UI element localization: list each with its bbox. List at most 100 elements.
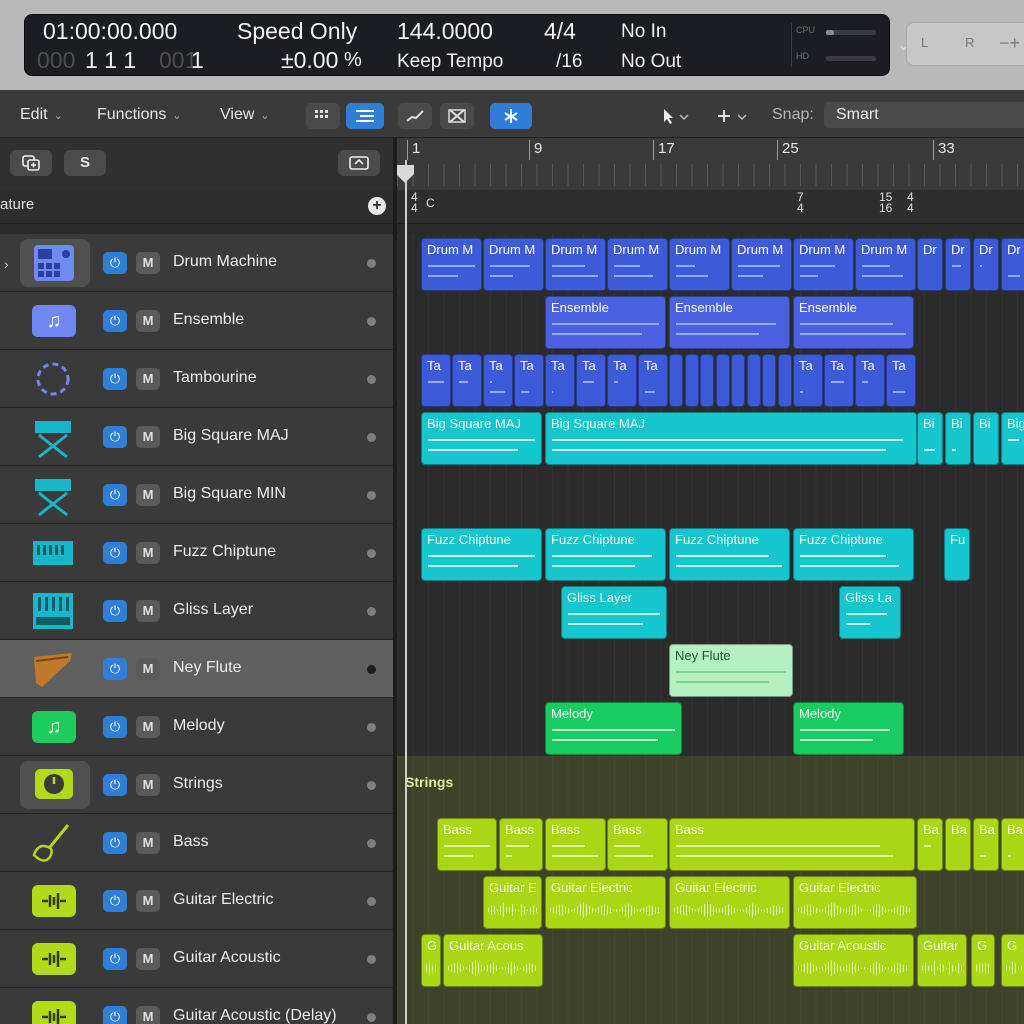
track-power-button[interactable]: ⏻ [103,252,127,274]
signature-marker[interactable]: 44 [411,191,418,214]
tambourine-region[interactable] [700,354,714,407]
zoom-buttons[interactable]: −+ [999,33,1020,54]
bass-region[interactable]: Bass [545,818,606,871]
varispeed-value[interactable]: ±0.00 [281,47,338,74]
melody-region[interactable]: Melody [545,702,682,755]
automation-icon[interactable] [398,103,432,129]
gelec-region[interactable]: Guitar Electric [793,876,917,929]
track-record-dot[interactable] [367,607,376,616]
track-name[interactable]: Ney Flute [173,659,241,677]
track-name[interactable]: Ensemble [173,311,244,329]
signature-marker[interactable]: 44 [907,191,914,214]
playhead-handle-icon[interactable] [397,164,415,184]
fuzz-region[interactable]: Fuzz Chiptune [545,528,666,581]
track-mute-button[interactable]: M [136,774,160,796]
track-record-dot[interactable] [367,839,376,848]
track-name[interactable]: Gliss Layer [173,601,253,619]
gelec-region[interactable]: Guitar Electric [669,876,790,929]
signature-marker[interactable]: 74 [797,191,804,214]
fuzz-region[interactable]: Fuzz Chiptune [421,528,542,581]
track-mute-button[interactable]: M [136,252,160,274]
bass-region[interactable]: Ba [917,818,943,871]
tamb-region[interactable]: Ta [638,354,668,407]
tambourine-region[interactable] [715,354,730,407]
tambourine-region[interactable] [762,354,776,407]
track-ney-flute[interactable]: ⏻ M Ney Flute [0,640,395,698]
track-name[interactable]: Fuzz Chiptune [173,543,276,561]
gliss-region[interactable]: Gliss Layer [561,586,667,639]
tambourine-region[interactable] [746,354,761,407]
bigmaj-region[interactable]: Big Square MAJ [421,412,542,465]
track-drum-machine[interactable]: › ⏻ M Drum Machine [0,234,395,292]
gacou-region[interactable]: G [421,934,441,987]
tambourine-region[interactable] [684,354,699,407]
ney-region[interactable]: Ney Flute [669,644,793,697]
tamb-region[interactable]: Ta [514,354,544,407]
bass-region[interactable]: Ba [973,818,999,871]
drum-region[interactable]: Dr [945,238,971,291]
gacou-region[interactable]: Guitar Acous [443,934,543,987]
bass-region[interactable]: Bass [607,818,668,871]
fuzz-region[interactable]: Fuzz Chiptune [669,528,790,581]
gelec-region[interactable]: Guitar E [483,876,542,929]
drum-region[interactable]: Drum M [855,238,916,291]
track-power-button[interactable]: ⏻ [103,542,127,564]
track-mute-button[interactable]: M [136,832,160,854]
track-power-button[interactable]: ⏻ [103,658,127,680]
track-guitar-acoustic-delay[interactable]: ⏻ M Guitar Acoustic (Delay) [0,988,395,1024]
duplicate-track-icon[interactable] [10,150,52,176]
drum-region[interactable]: Drum M [483,238,544,291]
tamb-region[interactable]: Ta [607,354,637,407]
track-lanes[interactable]: Strings Drum M Drum M Drum M Drum M Drum M Dr… [397,234,1024,1024]
key-signature[interactable]: C [426,197,435,209]
track-record-dot[interactable] [367,259,376,268]
track-name[interactable]: Melody [173,717,225,735]
track-mute-button[interactable]: M [136,948,160,970]
track-power-button[interactable]: ⏻ [103,890,127,912]
bigmaj-region[interactable]: Bi [917,412,943,465]
track-strings[interactable]: ⏻ M Strings [0,756,395,814]
track-record-dot[interactable] [367,723,376,732]
track-ensemble[interactable]: ♫ ⏻ M Ensemble [0,292,395,350]
track-mute-button[interactable]: M [136,484,160,506]
drum-region[interactable]: Drum M [607,238,668,291]
time-signature[interactable]: 4/4 [544,18,576,45]
drum-region[interactable]: Drum M [669,238,730,291]
tempo-mode[interactable]: Keep Tempo [397,51,503,73]
track-mute-button[interactable]: M [136,658,160,680]
track-mute-button[interactable]: M [136,542,160,564]
bass-region[interactable]: Bass [499,818,543,871]
gacou-region[interactable]: Guitar Acoustic [793,934,914,987]
track-power-button[interactable]: ⏻ [103,484,127,506]
track-record-dot[interactable] [367,375,376,384]
list-view-icon[interactable] [346,103,384,129]
track-big-square-maj[interactable]: ⏻ M Big Square MAJ [0,408,395,466]
ensemble-region[interactable]: Ensemble [793,296,914,349]
cpu-meter[interactable]: CPU HD [791,23,883,67]
tambourine-region[interactable] [669,354,683,407]
ensemble-region[interactable]: Ensemble [545,296,666,349]
bigmaj-region[interactable]: Big Square MAJ [545,412,917,465]
command-tool-icon[interactable] [708,103,758,129]
track-guitar-acoustic[interactable]: ⏻ M Guitar Acoustic [0,930,395,988]
gliss-region[interactable]: Gliss La [839,586,901,639]
track-power-button[interactable]: ⏻ [103,716,127,738]
bass-region[interactable]: Bass [669,818,915,871]
arrange-area[interactable]: 1 9 17 25 33 44 C 74 15 16 44 Strings Dru… [397,138,1024,1024]
position-bars[interactable]: 1 1 1 [85,47,136,74]
signature-track[interactable]: 44 C 74 15 16 44 [397,190,1024,224]
global-tracks-icon[interactable] [338,150,380,176]
gacou-region[interactable]: G [971,934,995,987]
ensemble-region[interactable]: Ensemble [669,296,790,349]
gacou-region[interactable]: G [1001,934,1024,987]
track-name[interactable]: Guitar Acoustic [173,949,281,967]
track-record-dot[interactable] [367,897,376,906]
tamb-region[interactable]: Ta [545,354,575,407]
pointer-tool-icon[interactable] [650,103,700,129]
track-record-dot[interactable] [367,317,376,326]
playhead[interactable] [405,160,407,1024]
add-signature-icon[interactable]: + [368,197,386,215]
track-record-dot[interactable] [367,491,376,500]
view-menu[interactable]: View ⌄ [220,102,270,128]
track-power-button[interactable]: ⏻ [103,426,127,448]
